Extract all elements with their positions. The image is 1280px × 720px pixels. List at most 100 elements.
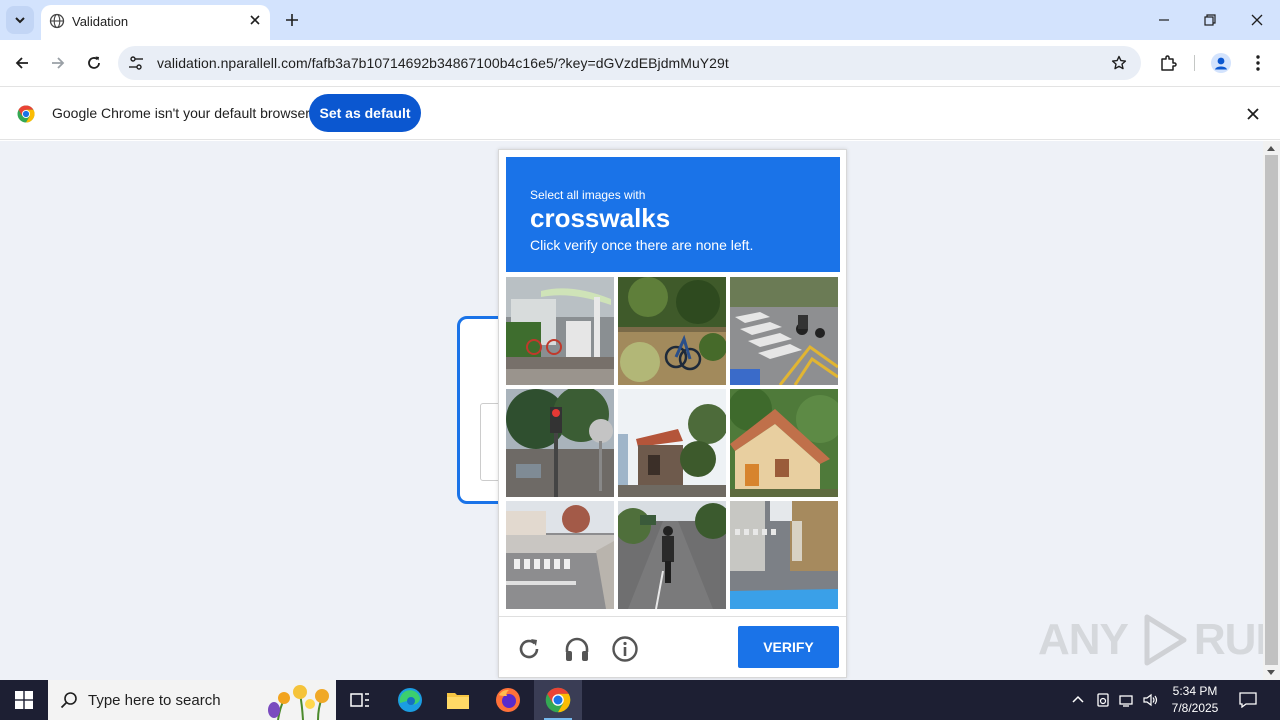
captcha-target: crosswalks — [530, 203, 671, 233]
taskbar-clock[interactable]: 5:34 PM 7/8/2025 — [1160, 683, 1230, 717]
close-icon — [1247, 108, 1259, 120]
captcha-instruction: Select all images with — [530, 188, 646, 202]
extensions-button[interactable] — [1154, 49, 1182, 77]
captcha-tile[interactable] — [618, 277, 726, 385]
chevron-down-icon — [15, 17, 25, 24]
close-icon — [250, 15, 260, 25]
captcha-challenge: Select all images with crosswalks Click … — [498, 149, 847, 678]
tray-device-icon-button[interactable] — [1093, 690, 1113, 710]
windows-logo-icon — [15, 691, 33, 709]
infobar-close-button[interactable] — [1244, 105, 1262, 123]
url-text: validation.nparallell.com/fafb3a7b107146… — [157, 55, 729, 71]
tab-title: Validation — [72, 14, 129, 29]
captcha-tile[interactable] — [618, 501, 726, 609]
clock-time: 5:34 PM — [1172, 684, 1218, 698]
minimize-icon — [1159, 19, 1169, 21]
firefox-app[interactable] — [484, 680, 532, 720]
headphones-icon — [565, 637, 589, 661]
device-icon — [1097, 693, 1109, 707]
restore-button[interactable] — [1187, 0, 1233, 40]
star-icon — [1111, 55, 1127, 70]
captcha-tile[interactable] — [618, 389, 726, 497]
edge-app[interactable] — [386, 680, 434, 720]
notification-icon — [1239, 692, 1257, 708]
minimize-button[interactable] — [1141, 0, 1187, 40]
back-button[interactable] — [8, 49, 36, 77]
arrow-left-icon — [15, 57, 28, 69]
page-scrollbar[interactable] — [1263, 141, 1280, 680]
infobar-message: Google Chrome isn't your default browser — [52, 105, 310, 121]
show-hidden-icons-button[interactable] — [1068, 690, 1088, 710]
volume-button[interactable] — [1141, 690, 1161, 710]
captcha-grid — [506, 277, 840, 611]
captcha-header: Select all images with crosswalks Click … — [506, 157, 840, 272]
info-icon — [612, 636, 638, 662]
avatar-icon — [1211, 53, 1231, 73]
tab-close-button[interactable] — [246, 11, 264, 29]
bookmark-button[interactable] — [1109, 53, 1129, 73]
refresh-icon — [519, 639, 539, 659]
arrow-right-icon — [52, 57, 65, 69]
close-window-button[interactable] — [1234, 0, 1280, 40]
folder-icon — [447, 693, 469, 709]
edge-icon — [398, 688, 422, 712]
chevron-up-icon — [1072, 695, 1084, 703]
captcha-info-button[interactable] — [610, 634, 640, 664]
captcha-tile[interactable] — [730, 501, 838, 609]
scroll-down-arrow[interactable] — [1267, 670, 1275, 675]
reload-button[interactable] — [80, 49, 108, 77]
taskbar: Type here to search 5:34 PM 7/8/2025 — [0, 680, 1280, 720]
forward-button[interactable] — [44, 49, 72, 77]
captcha-tile[interactable] — [506, 277, 614, 385]
captcha-tile[interactable] — [730, 389, 838, 497]
taskbar-search-placeholder: Type here to search — [88, 692, 221, 709]
flowers-decoration-icon — [268, 685, 329, 720]
site-info-button[interactable] — [126, 53, 146, 73]
captcha-divider — [499, 616, 846, 617]
tune-icon — [129, 56, 143, 70]
default-browser-infobar: Google Chrome isn't your default browser… — [0, 86, 1280, 140]
globe-icon — [49, 13, 65, 29]
captcha-tile[interactable] — [506, 389, 614, 497]
menu-button[interactable] — [1244, 49, 1272, 77]
play-logo-icon — [1144, 614, 1187, 666]
tab-strip: Validation — [0, 0, 1280, 40]
tab-search-button[interactable] — [6, 6, 34, 34]
chrome-app[interactable] — [534, 680, 582, 720]
toolbar: validation.nparallell.com/fafb3a7b107146… — [0, 40, 1280, 86]
notifications-button[interactable] — [1238, 690, 1258, 710]
new-tab-button[interactable] — [280, 8, 304, 32]
puzzle-icon — [1161, 55, 1177, 71]
close-icon — [1251, 14, 1263, 26]
volume-icon — [1143, 693, 1158, 707]
address-bar[interactable]: validation.nparallell.com/fafb3a7b107146… — [118, 46, 1141, 80]
network-button[interactable] — [1117, 690, 1137, 710]
chrome-icon — [545, 687, 571, 713]
restore-icon — [1204, 14, 1216, 26]
plus-icon — [286, 14, 298, 26]
clock-date: 7/8/2025 — [1171, 701, 1219, 715]
captcha-tile[interactable] — [506, 501, 614, 609]
file-explorer-app[interactable] — [434, 680, 482, 720]
profile-button[interactable] — [1207, 49, 1235, 77]
toolbar-separator — [1194, 55, 1195, 71]
captcha-refresh-button[interactable] — [514, 634, 544, 664]
verify-button[interactable]: VERIFY — [738, 626, 839, 668]
captcha-hint: Click verify once there are none left. — [530, 237, 754, 253]
scroll-thumb[interactable] — [1265, 155, 1278, 665]
set-as-default-button[interactable]: Set as default — [309, 94, 421, 132]
network-icon — [1119, 695, 1133, 707]
captcha-audio-button[interactable] — [562, 634, 592, 664]
reload-icon — [88, 56, 100, 69]
search-icon — [60, 692, 77, 709]
start-button[interactable] — [0, 680, 48, 720]
task-view-icon — [350, 693, 369, 707]
captcha-tile[interactable] — [730, 277, 838, 385]
watermark: ANY RUN — [1038, 614, 1263, 666]
task-view-button[interactable] — [336, 680, 384, 720]
chrome-logo-icon — [17, 105, 35, 123]
tab-validation[interactable]: Validation — [41, 5, 270, 40]
taskbar-search-box[interactable]: Type here to search — [48, 680, 336, 720]
scroll-up-arrow[interactable] — [1267, 146, 1275, 151]
more-vert-icon — [1256, 55, 1260, 71]
